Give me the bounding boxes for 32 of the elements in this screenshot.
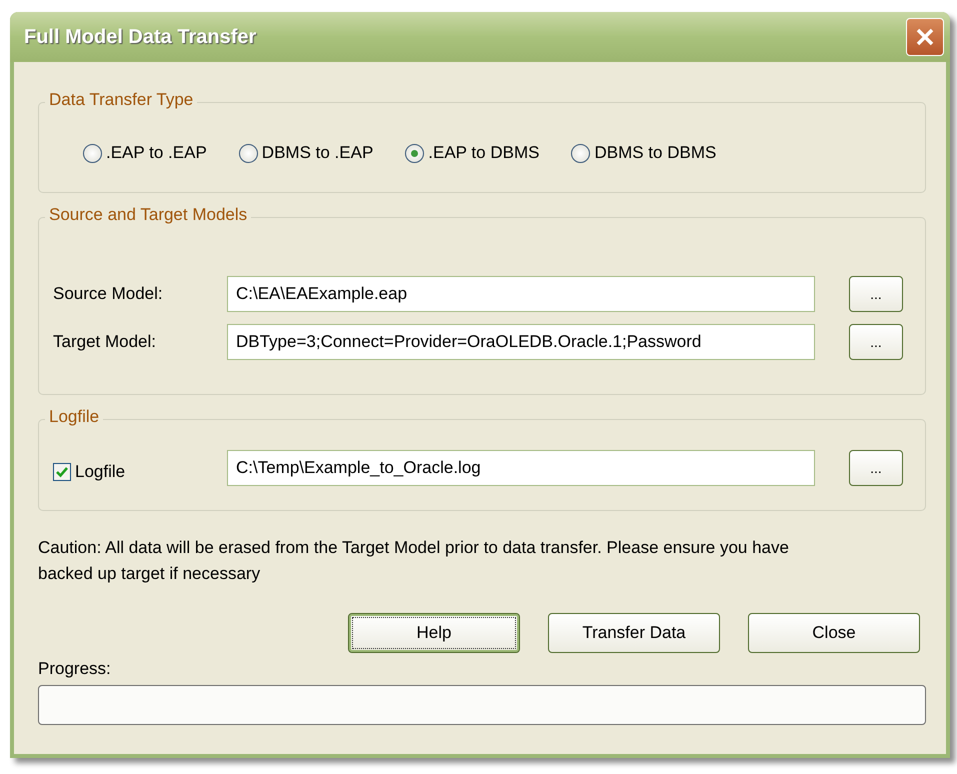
group-legend: Logfile (45, 407, 104, 427)
browse-button[interactable]: ... (849, 450, 903, 486)
path-field[interactable]: C:\EA\EAExample.eap (227, 276, 815, 312)
radio-button[interactable] (238, 144, 258, 162)
radio-button[interactable] (83, 144, 102, 162)
radio-label: .EAP to .EAP (106, 143, 207, 163)
dialog-button[interactable]: Help (348, 613, 520, 653)
group-legend: Data Transfer Type (45, 90, 198, 110)
group-legend: Source and Target Models (45, 205, 252, 225)
radio-label: DBMS to DBMS (594, 143, 716, 163)
radio-option[interactable]: DBMS to DBMS (571, 143, 716, 163)
browse-button[interactable]: ... (849, 276, 903, 312)
close-icon[interactable] (906, 18, 944, 56)
radio-label: .EAP to DBMS (428, 143, 540, 163)
radio-option[interactable]: DBMS to .EAP (238, 143, 374, 163)
browse-button[interactable]: ... (849, 324, 903, 360)
dialog-button[interactable]: Transfer Data (548, 613, 720, 653)
radio-option[interactable]: .EAP to DBMS (405, 143, 540, 163)
dialog-button[interactable]: Close (748, 613, 920, 653)
radio-label: DBMS to .EAP (262, 143, 374, 163)
radio-option[interactable]: .EAP to .EAP (83, 143, 207, 163)
progress-label: Progress: (38, 659, 112, 679)
field-label: Source Model: (53, 284, 164, 304)
field-label: Target Model: (53, 332, 157, 352)
caution-text: Caution: All data will be erased from the Target Model prior to data transfer. Please ensure you have backed up target if necessary (38, 537, 790, 585)
radio-button[interactable] (571, 144, 590, 162)
checkbox-label: Logfile (75, 462, 126, 482)
path-field[interactable]: C:\Temp\Example_to_Oracle.log (227, 450, 815, 486)
path-field[interactable]: DBType=3;Connect=Provider=OraOLEDB.Oracle.1;Password (227, 324, 815, 360)
radio-button[interactable] (405, 144, 424, 162)
checkbox[interactable] (53, 463, 71, 481)
window-title: Full Model Data Transfer (24, 26, 256, 48)
